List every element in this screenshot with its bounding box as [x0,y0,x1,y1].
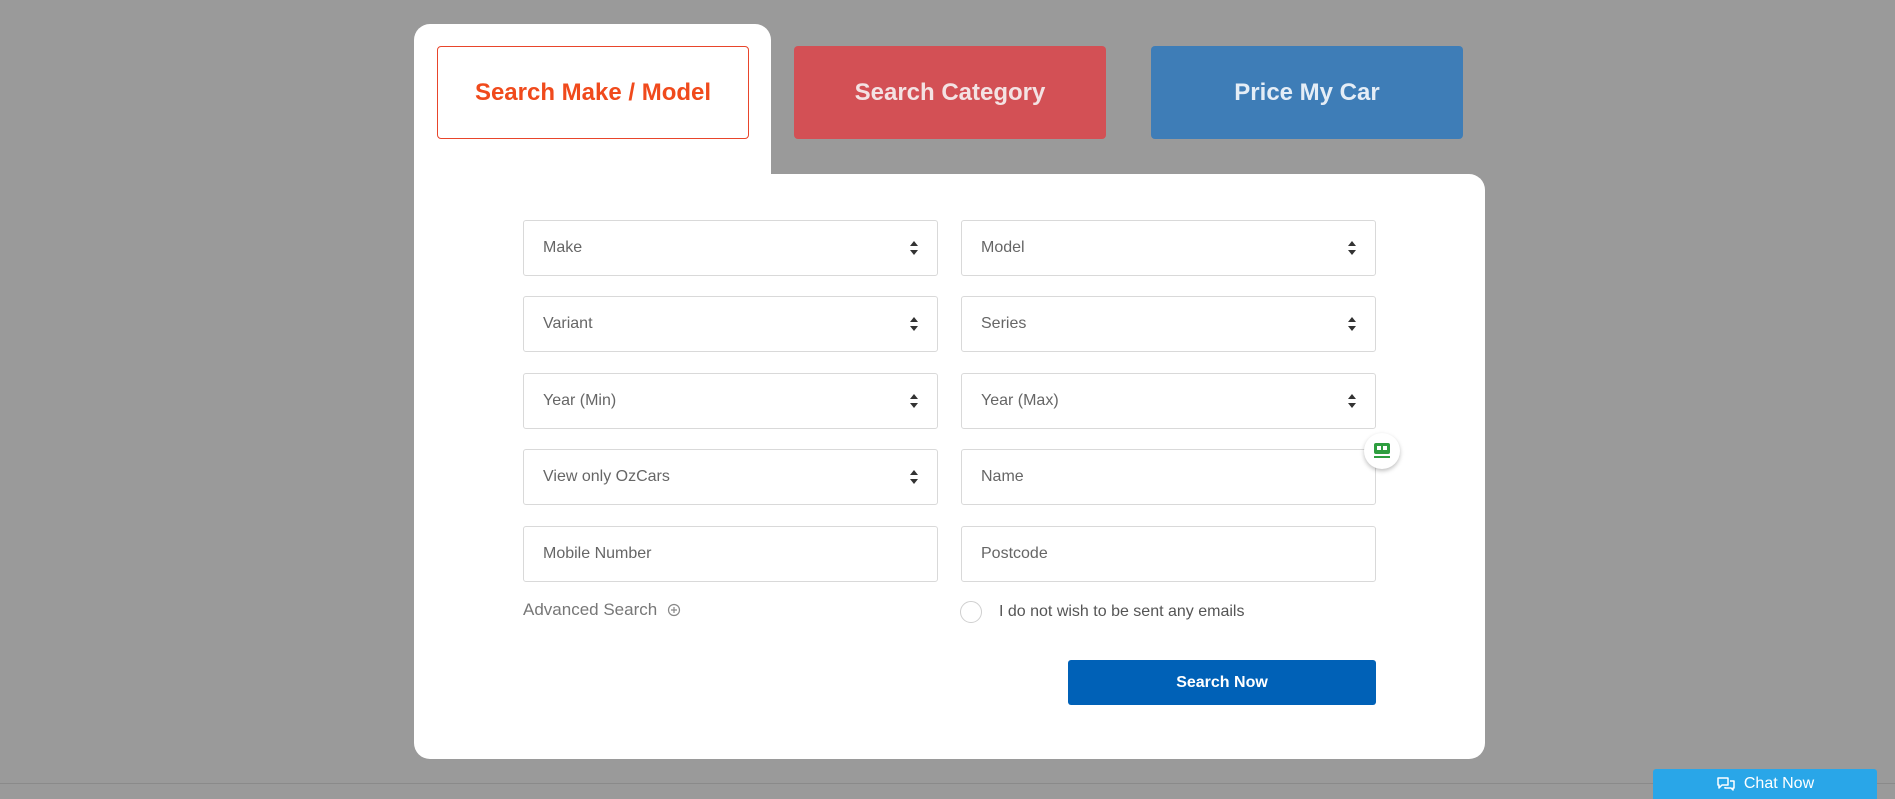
tab-label: Search Make / Model [474,78,712,106]
select-arrows-icon [910,470,918,484]
select-arrows-icon [910,241,918,255]
make-select[interactable]: Make [523,220,938,276]
select-arrows-icon [910,317,918,331]
select-arrows-icon [1348,394,1356,408]
chat-bubbles-icon [1717,777,1735,791]
search-now-button[interactable]: Search Now [1068,660,1376,705]
model-select[interactable]: Model [961,220,1376,276]
postcode-field[interactable]: Postcode [961,526,1376,582]
make-select-value: Make [543,239,583,256]
select-arrows-icon [910,394,918,408]
no-emails-option[interactable]: I do not wish to be sent any emails [960,601,1244,623]
series-select[interactable]: Series [961,296,1376,352]
plus-circle-icon [668,603,681,617]
select-arrows-icon [1348,317,1356,331]
divider [0,783,1895,784]
variant-select[interactable]: Variant [523,296,938,352]
mobile-number-field[interactable]: Mobile Number [523,526,938,582]
name-field[interactable]: Name [961,449,1376,505]
view-only-select-value: View only OzCars [543,468,670,485]
name-field-placeholder: Name [981,468,1024,485]
series-select-value: Series [981,315,1027,332]
tab-label: Search Category [854,78,1046,106]
year-min-select-value: Year (Min) [543,392,617,409]
year-max-select[interactable]: Year (Max) [961,373,1376,429]
robot-icon [1374,443,1390,458]
advanced-search-toggle[interactable]: Advanced Search [523,600,681,620]
no-emails-label: I do not wish to be sent any emails [999,603,1245,620]
postcode-placeholder: Postcode [981,545,1048,562]
model-select-value: Model [981,239,1025,256]
tab-price-my-car[interactable]: Price My Car [1151,46,1463,139]
chat-now-button[interactable]: Chat Now [1653,769,1877,799]
tab-search-make-model[interactable]: Search Make / Model [437,46,749,139]
variant-select-value: Variant [543,315,593,332]
advanced-search-label: Advanced Search [523,600,658,619]
mobile-number-placeholder: Mobile Number [543,545,652,562]
view-only-select[interactable]: View only OzCars [523,449,938,505]
tab-search-category[interactable]: Search Category [794,46,1106,139]
no-emails-radio[interactable] [960,601,982,623]
select-arrows-icon [1348,241,1356,255]
chat-now-label: Chat Now [1743,775,1815,792]
form-helper-widget[interactable] [1364,433,1400,469]
search-now-label: Search Now [1176,673,1268,691]
year-max-select-value: Year (Max) [981,392,1059,409]
tab-label: Price My Car [1234,78,1380,106]
year-min-select[interactable]: Year (Min) [523,373,938,429]
